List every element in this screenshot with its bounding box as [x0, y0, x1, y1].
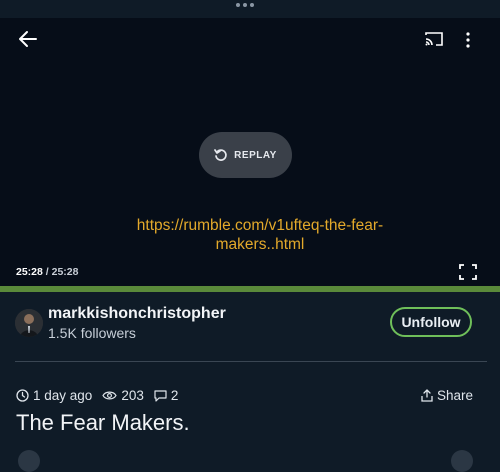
video-stats: 1 day ago 203 2: [16, 388, 188, 403]
follower-count: 1.5K followers: [48, 325, 136, 341]
share-label: Share: [437, 388, 474, 403]
video-overlay-url: https://rumble.com/v1ufteq-the-fear-make…: [136, 217, 384, 253]
avatar[interactable]: [15, 309, 43, 337]
fullscreen-icon[interactable]: [459, 264, 477, 280]
divider: [15, 361, 487, 362]
share-button[interactable]: Share: [421, 388, 473, 403]
comment-icon: [154, 389, 167, 402]
comment-count[interactable]: 2: [154, 388, 179, 403]
current-time: 25:28: [16, 266, 43, 278]
total-time: 25:28: [51, 266, 79, 278]
replay-icon: [214, 149, 227, 161]
eye-icon: [102, 391, 117, 400]
back-arrow-icon[interactable]: [16, 28, 42, 50]
unfollow-button[interactable]: Unfollow: [390, 307, 472, 337]
video-title: The Fear Makers.: [16, 410, 190, 435]
more-vert-icon[interactable]: [460, 30, 476, 50]
channel-row: markkishonchristopher 1.5K followers Unf…: [0, 292, 500, 354]
view-count: 203: [102, 388, 144, 403]
video-player[interactable]: REPLAY https://rumble.com/v1ufteq-the-fe…: [0, 18, 500, 292]
share-icon: [421, 389, 433, 402]
handle-dots-icon: [236, 3, 254, 7]
drag-handle-bar[interactable]: [0, 0, 500, 18]
clock-icon: [16, 389, 29, 402]
views-text: 203: [121, 388, 144, 403]
time-readout: 25:28 / 25:28: [16, 266, 78, 278]
bottom-action-right[interactable]: [451, 450, 473, 472]
replay-label: REPLAY: [234, 149, 277, 161]
comments-text: 2: [170, 388, 179, 403]
time-separator: /: [42, 266, 52, 278]
channel-name[interactable]: markkishonchristopher: [48, 305, 226, 323]
bottom-action-left[interactable]: [18, 450, 40, 472]
replay-button[interactable]: REPLAY: [199, 132, 292, 178]
posted-time: 1 day ago: [16, 388, 92, 403]
cast-icon[interactable]: [424, 30, 444, 48]
posted-text: 1 day ago: [33, 388, 93, 403]
